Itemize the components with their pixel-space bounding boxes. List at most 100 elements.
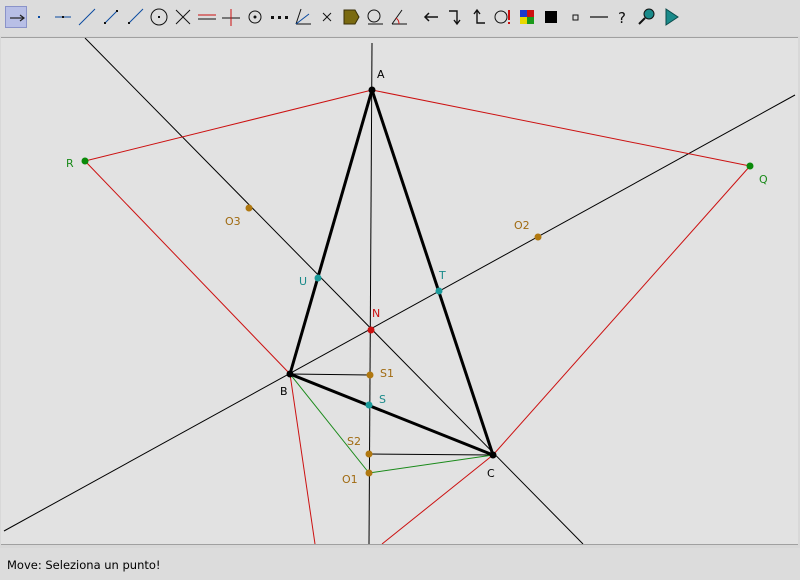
perpendicular-line-tool-button[interactable] — [220, 6, 242, 28]
small-square-icon — [572, 14, 579, 21]
point-S[interactable] — [365, 401, 373, 409]
circle-center-icon — [248, 10, 262, 24]
undo-tool-button[interactable] — [420, 6, 442, 28]
side-BC — [289, 372, 494, 457]
angle-bisector-icon — [295, 8, 311, 25]
redo-tool-button[interactable] — [444, 6, 466, 28]
point-U[interactable] — [314, 274, 322, 282]
segment-A-Q — [371, 89, 751, 167]
zoom-tool-button[interactable] — [636, 6, 658, 28]
magnifier-icon — [638, 8, 655, 25]
show-hide-tool-button[interactable] — [492, 6, 514, 28]
show-hide-icon — [494, 10, 510, 24]
label-tag-icon — [343, 9, 360, 25]
label-T: T — [438, 269, 446, 282]
status-bar: Move: Seleziona un punto! — [0, 548, 800, 580]
line-through-B — [3, 94, 796, 532]
construction-drawing: A B C R Q O3 O2 S1 S2 O1 U T S N — [3, 38, 796, 544]
side-AB — [288, 89, 374, 375]
point-R[interactable] — [81, 157, 89, 165]
angle-tool-button[interactable] — [388, 6, 410, 28]
segment-icon — [104, 10, 118, 24]
point-on-line-icon — [55, 16, 71, 18]
circle-tool-button[interactable] — [148, 6, 170, 28]
label-O1: O1 — [342, 473, 358, 486]
thin-tool-button[interactable] — [564, 6, 586, 28]
label-S: S — [379, 393, 386, 406]
segment-S2-C — [368, 453, 494, 456]
point-N[interactable] — [367, 326, 375, 334]
label-B: B — [280, 385, 288, 398]
point-C[interactable] — [489, 451, 497, 459]
label-R: R — [66, 157, 74, 170]
color-tool-button[interactable] — [516, 6, 538, 28]
line-through-C — [84, 38, 584, 544]
arrow-left-icon — [423, 12, 438, 22]
label-S1: S1 — [380, 367, 394, 380]
point-icon — [38, 16, 40, 18]
segment-R-B — [84, 160, 291, 375]
parallel-line-tool-button[interactable] — [196, 6, 218, 28]
label-U: U — [299, 275, 307, 288]
circle-center-tool-button[interactable] — [244, 6, 266, 28]
label-N: N — [372, 307, 380, 320]
line-style-tool-button[interactable] — [588, 6, 610, 28]
filled-square-icon — [545, 11, 557, 23]
segment-B-S1 — [289, 373, 371, 376]
measure-icon — [367, 9, 383, 25]
label-C: C — [487, 467, 495, 480]
point-O1[interactable] — [365, 469, 373, 477]
point-B[interactable] — [286, 370, 294, 378]
line-icon — [78, 8, 96, 26]
point-S1[interactable] — [366, 371, 374, 379]
segment-tool-button[interactable] — [100, 6, 122, 28]
toolbar: ? — [0, 0, 800, 36]
move-tool-button[interactable] — [5, 6, 27, 28]
label-tool-button[interactable] — [340, 6, 362, 28]
midpoint-icon — [271, 16, 288, 19]
svg-text:?: ? — [618, 9, 626, 27]
point-tool-button[interactable] — [28, 6, 50, 28]
measure-tool-button[interactable] — [364, 6, 386, 28]
status-text: Move: Seleziona un punto! — [7, 558, 161, 572]
circle-icon — [150, 8, 168, 26]
perpendicular-icon — [222, 9, 240, 26]
ray-tool-button[interactable] — [124, 6, 146, 28]
animation-tool-button[interactable] — [660, 6, 682, 28]
geometry-canvas[interactable]: A B C R Q O3 O2 S1 S2 O1 U T S N — [1, 37, 798, 545]
thick-tool-button[interactable] — [540, 6, 562, 28]
line-from-B-down — [289, 373, 316, 544]
ray-icon — [128, 8, 144, 24]
line-style-icon — [590, 16, 608, 18]
point-S2[interactable] — [365, 450, 373, 458]
question-mark-icon: ? — [618, 9, 626, 27]
play-triangle-icon — [665, 8, 679, 26]
angle-bisector-tool-button[interactable] — [292, 6, 314, 28]
color-palette-icon — [520, 10, 534, 24]
label-O2: O2 — [514, 219, 530, 232]
point-O2[interactable] — [534, 233, 542, 241]
parallel-lines-icon — [198, 14, 216, 20]
point-on-object-tool-button[interactable] — [52, 6, 74, 28]
angle-icon — [391, 9, 407, 25]
point-Q[interactable] — [746, 162, 754, 170]
point-O3[interactable] — [245, 204, 253, 212]
label-Q: Q — [759, 173, 768, 186]
point-A[interactable] — [368, 86, 376, 94]
delete-x-icon — [322, 12, 332, 22]
label-O3: O3 — [225, 215, 241, 228]
turn-left-icon — [473, 8, 485, 24]
intersection-tool-button[interactable] — [172, 6, 194, 28]
midpoint-tool-button[interactable] — [268, 6, 290, 28]
segment-Q-C — [492, 165, 751, 456]
point-T[interactable] — [435, 287, 443, 295]
move-arrow-icon — [10, 14, 25, 22]
back-tool-button[interactable] — [468, 6, 490, 28]
delete-tool-button[interactable] — [316, 6, 338, 28]
help-tool-button[interactable]: ? — [612, 6, 634, 28]
label-A: A — [377, 68, 385, 81]
side-AC — [370, 89, 495, 456]
turn-right-icon — [449, 10, 461, 26]
label-S2: S2 — [347, 435, 361, 448]
line-tool-button[interactable] — [76, 6, 98, 28]
